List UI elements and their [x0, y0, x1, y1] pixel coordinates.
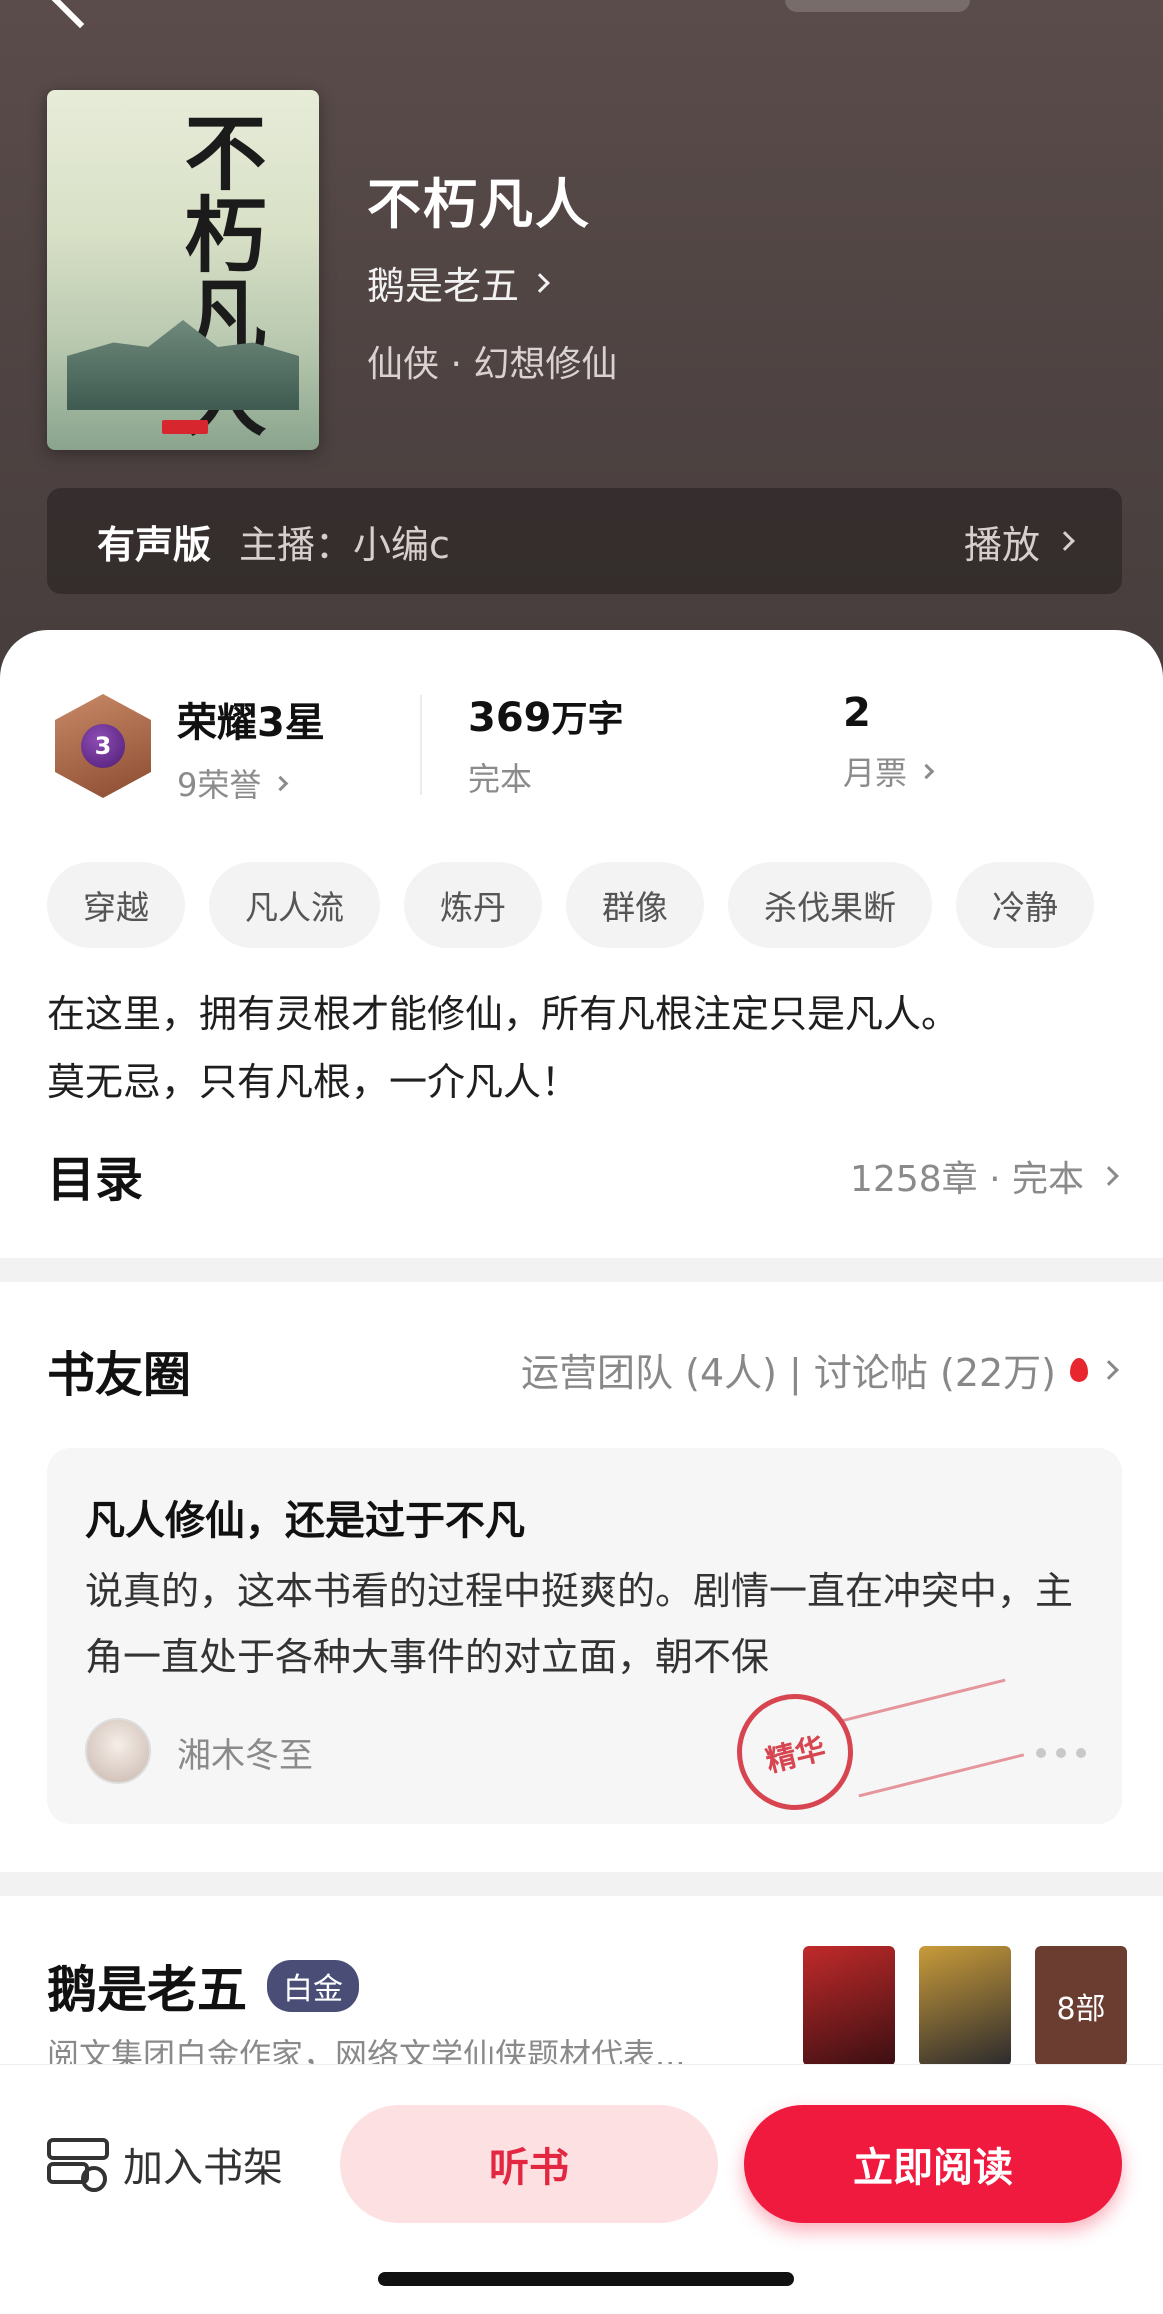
audio-label: 有声版 — [97, 522, 212, 567]
chevron-right-icon — [1099, 1166, 1119, 1186]
shelf-label: 加入书架 — [123, 2145, 283, 2191]
book-cover: 不朽凡人 — [47, 90, 319, 450]
more-dots-icon[interactable] — [1036, 1748, 1086, 1758]
audio-version-bar[interactable]: 有声版 主播：小编c 播放 — [47, 488, 1122, 594]
book-author: 鹅是老五 — [367, 264, 520, 308]
stamp-postmark-lines — [839, 1678, 1025, 1798]
featured-post-card[interactable]: 凡人修仙，还是过于不凡 说真的，这本书看的过程中挺爽的。剧情一直在冲突中，主角一… — [47, 1448, 1122, 1824]
stat-divider — [420, 695, 422, 795]
toc-title: 目录 — [47, 1152, 144, 1208]
toc-meta: 1258章 · 完本 — [850, 1159, 1084, 1200]
toc-link[interactable]: 1258章 · 完本 — [850, 1150, 1119, 1202]
tickets-sub: 月票 — [843, 754, 908, 792]
chevron-right-icon — [918, 763, 935, 779]
words-number: 369 — [468, 695, 552, 741]
circle-link[interactable]: 运营团队 (4人) | 讨论帖 (22万) — [521, 1342, 1119, 1397]
add-shelf-icon — [47, 2138, 109, 2192]
author-link[interactable]: 鹅是老五 白金 — [47, 1950, 359, 2022]
back-arrow-icon[interactable] — [51, 0, 109, 29]
tag-chip[interactable]: 炼丹 — [404, 862, 542, 948]
book-author-link[interactable]: 鹅是老五 — [367, 255, 550, 310]
read-now-button[interactable]: 立即阅读 — [744, 2105, 1122, 2223]
tag-list: 穿越 凡人流 炼丹 群像 杀伐果断 冷静 — [47, 862, 1163, 948]
essence-stamp-icon: 精华 — [724, 1681, 866, 1823]
chevron-right-icon — [273, 775, 289, 791]
post-username[interactable]: 湘木冬至 — [177, 1728, 313, 1777]
book-genre: 仙侠 · 幻想修仙 — [367, 344, 618, 385]
listen-button[interactable]: 听书 — [340, 2105, 718, 2223]
tag-chip[interactable]: 穿越 — [47, 862, 185, 948]
post-title: 凡人修仙，还是过于不凡 — [85, 1498, 525, 1544]
chevron-right-icon — [1099, 1359, 1119, 1380]
chevron-right-icon — [530, 272, 550, 293]
works-count[interactable]: 8部 — [1035, 1946, 1127, 2066]
add-to-shelf-button[interactable]: 加入书架 — [47, 2135, 283, 2193]
section-divider — [0, 1872, 1163, 1896]
honor-title: 荣耀3星 — [177, 700, 325, 746]
fire-icon — [1070, 1357, 1088, 1382]
book-description[interactable]: 在这里，拥有灵根才能修仙，所有凡根注定只是凡人。 莫无忌，只有凡根，一介凡人！ — [47, 980, 1127, 1116]
audio-play-button[interactable]: 播放 — [963, 514, 1075, 569]
honor-sub: 9荣誉 — [177, 766, 262, 804]
honor-medal-icon: 3 — [55, 694, 151, 798]
work-cover[interactable] — [803, 1946, 895, 2066]
circle-title: 书友圈 — [47, 1347, 192, 1403]
work-cover[interactable] — [919, 1946, 1011, 2066]
words-stat: 369万字 完本 — [468, 690, 624, 800]
audio-play-label: 播放 — [963, 522, 1040, 567]
honor-level: 3 — [81, 724, 125, 768]
author-name: 鹅是老五 — [47, 1961, 247, 2019]
circle-meta: 运营团队 (4人) | 讨论帖 (22万) — [521, 1351, 1056, 1395]
avatar[interactable] — [85, 1718, 151, 1784]
tag-chip[interactable]: 冷静 — [956, 862, 1094, 948]
tag-chip[interactable]: 凡人流 — [209, 862, 380, 948]
tag-chip[interactable]: 杀伐果断 — [728, 862, 932, 948]
author-works[interactable]: 8部 — [803, 1946, 1127, 2066]
cover-publisher-badge — [162, 420, 208, 434]
words-sub: 完本 — [468, 760, 533, 798]
book-detail-card: 3 荣耀3星 9荣誉 369万字 完本 2 月票 穿越 凡人流 炼丹 群像 杀伐… — [0, 630, 1163, 2314]
audio-host: 主播：小编c — [239, 522, 450, 567]
description-line: 莫无忌，只有凡根，一介凡人！ — [47, 1060, 580, 1104]
tickets-stat[interactable]: 2 月票 — [843, 690, 935, 794]
post-body: 说真的，这本书看的过程中挺爽的。剧情一直在冲突中，主角一直处于各种大事件的对立面… — [85, 1569, 1074, 1679]
tag-chip[interactable]: 群像 — [566, 862, 704, 948]
section-divider — [0, 1258, 1163, 1282]
tickets-number: 2 — [843, 690, 871, 736]
chevron-right-icon — [1055, 531, 1075, 551]
book-header: 不朽凡人 不朽凡人 鹅是老五 仙侠 · 幻想修仙 有声版 主播：小编c 播放 — [0, 0, 1163, 700]
top-action-pill[interactable] — [785, 0, 970, 12]
description-line: 在这里，拥有灵根才能修仙，所有凡根注定只是凡人。 — [47, 992, 960, 1036]
book-title: 不朽凡人 — [367, 173, 591, 236]
author-badge: 白金 — [267, 1960, 359, 2012]
honor-stat[interactable]: 荣耀3星 9荣誉 — [177, 690, 325, 806]
home-indicator — [378, 2272, 794, 2286]
words-unit: 万字 — [551, 699, 624, 740]
